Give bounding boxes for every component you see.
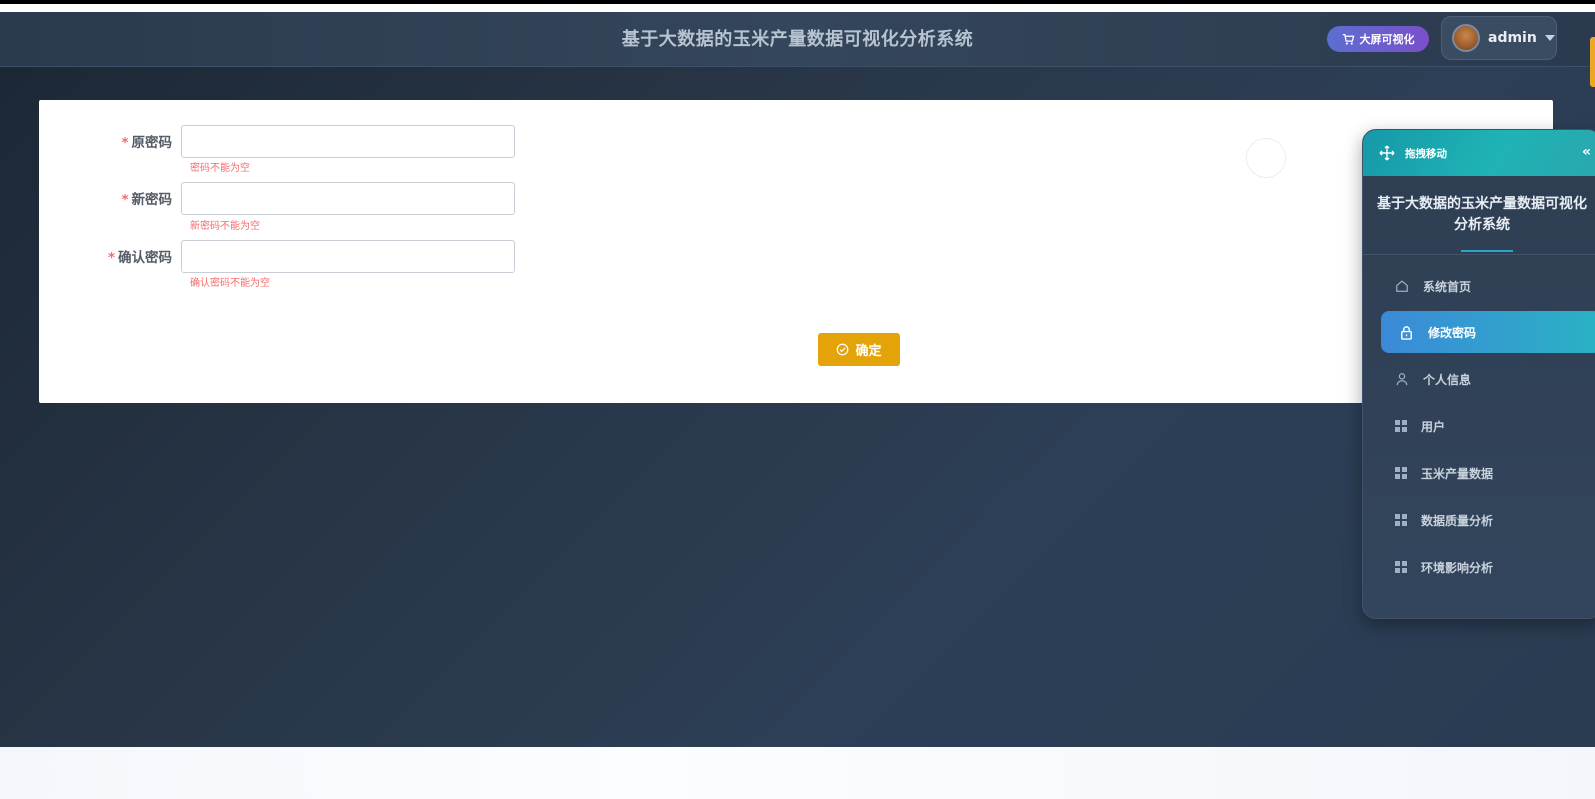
menu-item-label: 数据质量分析 [1421, 513, 1494, 528]
edge-accent [1590, 37, 1595, 87]
menu-item-label: 个人信息 [1423, 372, 1472, 387]
required-mark: * [121, 192, 129, 208]
username: admin [1488, 30, 1537, 46]
move-icon [1379, 145, 1395, 161]
lock-icon [1401, 325, 1412, 340]
form-row-new-password: * 新密码 [39, 181, 515, 215]
menu-item-corn-yield[interactable]: 玉米产量数据 [1363, 452, 1595, 494]
menu-item-data-quality[interactable]: 数据质量分析 [1363, 499, 1595, 541]
divider [1363, 254, 1595, 255]
drag-handle[interactable]: 拖拽移动 « [1363, 130, 1595, 176]
field-label: * 确认密码 [107, 250, 172, 266]
old-password-input[interactable] [181, 124, 515, 158]
bigscreen-button[interactable]: 大屏可视化 [1327, 26, 1429, 52]
top-white-band [0, 4, 1595, 12]
menu-item-label: 用户 [1421, 419, 1446, 434]
collapse-icon[interactable]: « [1582, 144, 1591, 160]
app-container: 基于大数据的玉米产量数据可视化分析系统 大屏可视化 admin * 原密码 密码不… [0, 12, 1595, 747]
bigscreen-label: 大屏可视化 [1359, 33, 1415, 46]
menu-item-environment[interactable]: 环境影响分析 [1363, 546, 1595, 588]
drag-label: 拖拽移动 [1405, 147, 1447, 160]
cart-icon [1342, 33, 1354, 45]
new-password-input[interactable] [181, 181, 515, 215]
confirm-label: 确定 [855, 344, 882, 359]
menu-item-label: 玉米产量数据 [1421, 466, 1494, 481]
title-underline [1461, 250, 1513, 252]
field-label: * 新密码 [121, 192, 172, 208]
avatar [1452, 24, 1480, 52]
confirm-password-error: 确认密码不能为空 [190, 278, 270, 289]
menu-item-profile[interactable]: 个人信息 [1363, 358, 1595, 400]
menu-item-home[interactable]: 系统首页 [1363, 265, 1595, 307]
password-form-card: * 原密码 密码不能为空 * 新密码 新密码不能为空 * 确认密码 确认密码不能为空 … [39, 100, 1553, 403]
old-password-error: 密码不能为空 [190, 163, 250, 174]
grid-icon [1395, 420, 1407, 432]
check-circle-icon [837, 343, 849, 356]
menu-item-change-password[interactable]: 修改密码 [1381, 311, 1595, 353]
decorative-circle [1246, 138, 1286, 178]
user-icon [1396, 373, 1408, 386]
field-label: * 原密码 [121, 135, 172, 151]
menu-item-label: 修改密码 [1428, 325, 1477, 340]
bottom-band [0, 747, 1595, 799]
confirm-button[interactable]: 确定 [818, 333, 900, 366]
grid-icon [1395, 561, 1407, 573]
confirm-password-input[interactable] [181, 239, 515, 273]
home-icon [1396, 280, 1408, 292]
menu-item-label: 环境影响分析 [1421, 560, 1494, 575]
form-row-old-password: * 原密码 [39, 124, 515, 158]
caret-down-icon [1544, 35, 1555, 41]
menu-item-users[interactable]: 用户 [1363, 405, 1595, 447]
required-mark: * [107, 250, 115, 266]
required-mark: * [121, 135, 129, 151]
menu-item-label: 系统首页 [1423, 279, 1472, 294]
grid-icon [1395, 514, 1407, 526]
new-password-error: 新密码不能为空 [190, 221, 260, 232]
grid-icon [1395, 467, 1407, 479]
form-row-confirm-password: * 确认密码 [39, 239, 515, 273]
menu-title: 基于大数据的玉米产量数据可视化分析系统 [1377, 196, 1587, 233]
user-menu[interactable]: admin [1441, 16, 1557, 60]
floating-side-menu[interactable]: 拖拽移动 « 基于大数据的玉米产量数据可视化分析系统 系统首页 修改密码 个人信… [1362, 129, 1595, 619]
top-header: 基于大数据的玉米产量数据可视化分析系统 大屏可视化 admin [0, 12, 1595, 67]
